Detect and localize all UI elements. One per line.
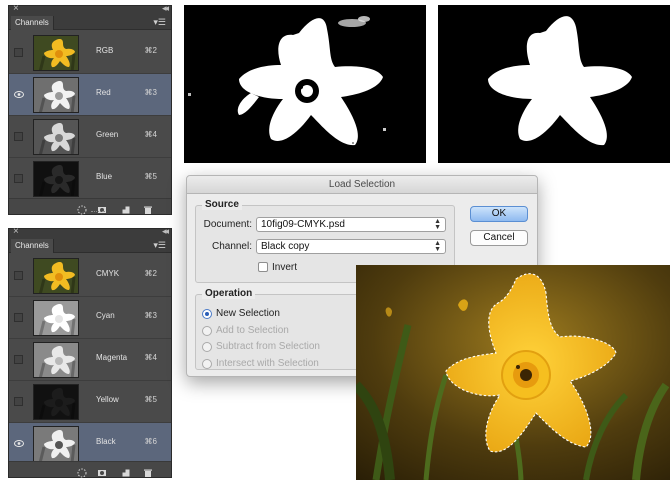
delete-channel-icon[interactable] [143,202,153,214]
panel-tab-row: Channels ▾☰ [9,239,171,253]
source-label: Source [202,199,242,210]
channel-row-cyan[interactable]: Cyan ⌘3 [9,297,171,339]
channel-label: Channel: [211,241,252,252]
visibility-toggle[interactable] [14,397,23,406]
operation-label: Operation [202,288,256,299]
channel-shortcut: ⌘6 [144,437,157,446]
panel-tab-row: Channels ▾☰ [9,16,171,30]
operation-label-intersect-with-selection[interactable]: Intersect with Selection [216,358,319,369]
channel-thumbnail [33,161,79,197]
channel-name: Cyan [96,311,115,320]
panel-title-bar: × ◂◂ [9,226,171,239]
operation-label-add-to-selection[interactable]: Add to Selection [216,325,289,336]
load-channel-as-selection-icon[interactable] [77,202,87,215]
channel-row-blue[interactable]: Blue ⌘5 [9,158,171,200]
channel-select-value: Black copy [261,241,310,252]
panel-menu-icon[interactable]: ▾☰ [153,17,166,28]
channel-name: Black [96,437,116,446]
new-channel-icon[interactable] [121,465,131,477]
channels-panel-cmyk: × ◂◂ Channels ▾☰ CMYK ⌘2 Cyan ⌘3 Magenta ⌘4 Ye… [8,226,172,478]
channel-row-magenta[interactable]: Magenta ⌘4 [9,339,171,381]
channel-row-green[interactable]: Green ⌘4 [9,116,171,158]
channel-name: Magenta [96,353,128,362]
channel-select[interactable]: Black copy ▲ ▼ [256,239,446,254]
close-icon[interactable]: × [13,226,19,237]
panel-menu-icon[interactable]: ▾☰ [153,240,166,251]
panel-footer [9,461,171,478]
channel-thumbnail [33,35,79,71]
channel-mask-raw [184,5,426,163]
channel-row-cmyk[interactable]: CMYK ⌘2 [9,255,171,297]
channel-thumbnail [33,300,79,336]
visibility-toggle[interactable] [14,313,23,322]
channel-name: Green [96,130,119,139]
channel-row-black[interactable]: Black ⌘6 [9,423,171,465]
channel-shortcut: ⌘5 [144,395,157,404]
invert-label[interactable]: Invert [272,262,297,273]
panel-title-bar: × ◂◂ [9,3,171,16]
resize-grip[interactable] [91,211,105,214]
panel-footer [9,198,171,215]
tab-channels[interactable]: Channels [11,16,54,30]
channel-shortcut: ⌘4 [144,130,157,139]
operation-label-subtract-from-selection[interactable]: Subtract from Selection [216,341,320,352]
chevron-updown-icon: ▲ ▼ [434,218,441,231]
new-channel-icon[interactable] [121,202,131,214]
operation-radio-add-to-selection[interactable] [202,325,212,336]
channel-shortcut: ⌘4 [144,353,157,362]
channel-row-red[interactable]: Red ⌘3 [9,74,171,116]
cancel-button[interactable]: Cancel [470,230,528,246]
invert-checkbox[interactable] [258,262,268,272]
visibility-toggle[interactable] [14,355,23,364]
ok-button[interactable]: OK [470,206,528,222]
channel-name: Blue [96,172,113,181]
close-icon[interactable]: × [13,3,19,14]
channel-name: CMYK [96,269,120,278]
document-select-value: 10fig09-CMYK.psd [261,219,345,230]
channel-thumbnail [33,342,79,378]
eye-icon[interactable] [14,439,24,448]
channel-name: RGB [96,46,114,55]
channel-row-rgb[interactable]: RGB ⌘2 [9,32,171,74]
channel-shortcut: ⌘2 [144,46,157,55]
visibility-toggle[interactable] [14,271,23,280]
channels-panel-rgb: × ◂◂ Channels ▾☰ RGB ⌘2 Red ⌘3 Green ⌘4 Blue ⌘5 [8,3,172,215]
operation-radio-intersect-with-selection[interactable] [202,358,212,369]
save-selection-as-channel-icon[interactable] [97,465,107,476]
channel-thumbnail [33,119,79,155]
tab-channels[interactable]: Channels [11,239,54,253]
channel-thumbnail [33,384,79,420]
operation-radio-subtract-from-selection[interactable] [202,342,212,352]
eye-icon[interactable] [14,90,24,99]
channel-mask-clean [438,5,670,163]
visibility-toggle[interactable] [14,48,23,57]
channel-shortcut: ⌘2 [144,269,157,278]
channel-name: Yellow [96,395,119,404]
visibility-toggle[interactable] [14,132,23,141]
channel-name: Red [96,88,111,97]
channel-shortcut: ⌘5 [144,172,157,181]
channel-shortcut: ⌘3 [144,311,157,320]
daffodil-photo-with-selection [356,265,670,480]
document-label: Document: [203,219,252,230]
visibility-toggle[interactable] [14,174,23,183]
channel-shortcut: ⌘3 [144,88,157,97]
dialog-title: Load Selection [187,176,537,194]
collapse-icon[interactable]: ◂◂ [162,3,169,14]
channel-thumbnail [33,426,79,462]
chevron-updown-icon: ▲ ▼ [434,240,441,253]
operation-radio-new-selection[interactable] [202,309,212,319]
channel-row-yellow[interactable]: Yellow ⌘5 [9,381,171,423]
document-select[interactable]: 10fig09-CMYK.psd ▲ ▼ [256,217,446,232]
load-channel-as-selection-icon[interactable] [77,465,87,478]
channel-thumbnail [33,77,79,113]
channel-thumbnail [33,258,79,294]
delete-channel-icon[interactable] [143,465,153,477]
operation-label-new-selection[interactable]: New Selection [216,308,280,319]
collapse-icon[interactable]: ◂◂ [162,226,169,237]
